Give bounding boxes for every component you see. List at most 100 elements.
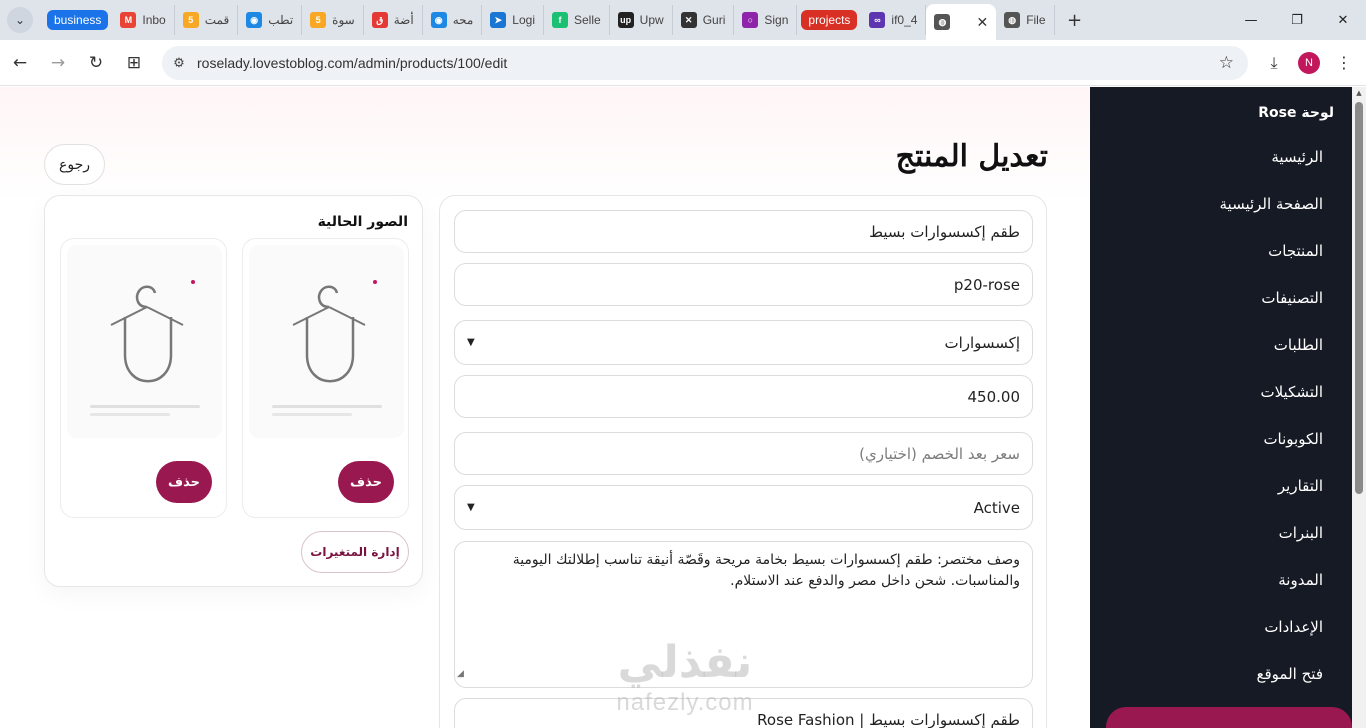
tab-label: Sign <box>764 13 789 27</box>
url-text[interactable]: roselady.lovestoblog.com/admin/products/… <box>197 55 507 71</box>
tab-group[interactable]: business <box>43 5 112 35</box>
sidebar-item[interactable]: المنتجات <box>1268 242 1323 260</box>
delete-image-button[interactable]: حذف <box>338 461 394 503</box>
sidebar-item[interactable]: فتح الموقع <box>1257 665 1323 683</box>
close-window-icon[interactable]: ✕ <box>1320 0 1366 40</box>
sidebar-item[interactable]: الرئيسية <box>1271 148 1323 166</box>
manage-variants-button[interactable]: إدارة المتغيرات <box>301 531 409 573</box>
sidebar-item[interactable]: المدونة <box>1278 571 1323 589</box>
close-tab-icon[interactable]: ✕ <box>976 14 988 31</box>
new-tab-icon[interactable]: + <box>1061 6 1089 34</box>
status-select[interactable]: Active ▼ <box>454 485 1033 530</box>
reading-mode-icon[interactable]: ⊞ <box>116 45 152 81</box>
image-card: حذف <box>242 238 409 518</box>
browser-tab[interactable]: f Selle <box>544 5 610 35</box>
browser-tab[interactable]: ق أضة <box>364 5 423 35</box>
browser-tab-bar: ⌄ business M Inbo 5 قمت ◉ تطب 5 سوة ق أضة ◉ محه ➤ Logi… <box>0 0 1366 40</box>
circle-icon: ◉ <box>246 12 263 28</box>
browser-tab[interactable]: ◉ تطب <box>238 5 303 35</box>
watermark-latin: nafezly.com <box>616 689 754 716</box>
category-select[interactable]: إكسسوارات ▼ <box>454 320 1033 365</box>
browser-tab[interactable]: ◉ محه <box>423 5 483 35</box>
window-controls: — ❐ ✕ <box>1228 0 1366 40</box>
five-icon: 5 <box>310 12 327 28</box>
site-info-icon[interactable]: ⚙ <box>165 49 193 77</box>
status-select-value: Active <box>973 498 1020 517</box>
globe-icon: ◍ <box>934 14 951 30</box>
tab-search-icon[interactable]: ⌄ <box>7 7 33 33</box>
ninja-icon: ✕ <box>680 12 697 28</box>
tab-label: قمت <box>204 13 230 27</box>
ring-icon: ○ <box>742 12 759 28</box>
current-images-panel: الصور الحالية حذف حذف إدارة المتغيرات <box>44 195 423 587</box>
five-icon: 5 <box>182 12 199 28</box>
tab-label: محه <box>452 13 474 27</box>
delete-image-button[interactable]: حذف <box>156 461 212 503</box>
watermark-arabic: نفذلي <box>617 637 753 688</box>
sidebar-item[interactable]: الطلبات <box>1274 336 1323 354</box>
browser-tab[interactable]: M Inbo <box>112 5 175 35</box>
circle-icon: ◉ <box>430 12 447 28</box>
browser-tab[interactable]: ○ Sign <box>734 5 798 35</box>
globe-icon: ◍ <box>1004 12 1021 28</box>
tab-strip: business M Inbo 5 قمت ◉ تطب 5 سوة ق أضة ◉ محه ➤ Logi f S… <box>43 0 1055 40</box>
sale-price-input[interactable]: سعر بعد الخصم (اختياري) <box>454 432 1033 475</box>
tab-group[interactable]: projects <box>797 5 861 35</box>
watermark: نفذلي nafezly.com <box>600 637 770 717</box>
sidebar-item[interactable]: التصنيفات <box>1261 289 1323 307</box>
sidebar-item[interactable]: الإعدادات <box>1264 618 1323 636</box>
tab-label: Upw <box>639 13 664 27</box>
category-select-value: إكسسوارات <box>944 333 1020 352</box>
tab-label: Guri <box>702 13 726 27</box>
product-name-input[interactable]: طقم إكسسوارات بسيط <box>454 210 1033 253</box>
sidebar-item[interactable]: الكوبونات <box>1263 430 1323 448</box>
back-arrow-icon[interactable]: ← <box>2 45 38 81</box>
browser-tab[interactable]: 5 قمت <box>175 5 239 35</box>
bookmark-star-icon[interactable]: ☆ <box>1219 53 1234 73</box>
menu-dots-icon[interactable]: ⋮ <box>1332 51 1356 75</box>
sidebar-item[interactable]: التقارير <box>1278 477 1323 495</box>
images-title: الصور الحالية <box>317 214 408 230</box>
chevron-down-icon: ▼ <box>467 502 475 513</box>
price-input[interactable]: 450.00 <box>454 375 1033 418</box>
tab-group-label: business <box>47 10 109 30</box>
forward-arrow-icon[interactable]: → <box>40 45 76 81</box>
browser-tab[interactable]: ◍ ✕ <box>926 4 997 40</box>
reload-icon[interactable]: ↻ <box>78 45 114 81</box>
profile-avatar[interactable]: N <box>1298 51 1320 74</box>
download-icon[interactable]: ⤓ <box>1262 51 1286 75</box>
hanger-icon <box>90 280 200 416</box>
browser-toolbar: ← → ↻ ⊞ ⚙ roselady.lovestoblog.com/admin… <box>0 40 1366 86</box>
scroll-up-icon[interactable]: ▲ <box>1355 89 1363 97</box>
minimize-icon[interactable]: — <box>1228 0 1274 40</box>
address-bar[interactable]: ⚙ roselady.lovestoblog.com/admin/product… <box>162 45 1248 80</box>
tab-label: Inbo <box>142 13 166 27</box>
browser-tab[interactable]: up Upw <box>610 5 673 35</box>
infinity-icon: ∞ <box>869 12 886 28</box>
page-scrollbar[interactable]: ▲ <box>1352 87 1366 728</box>
browser-tab[interactable]: ✕ Guri <box>673 5 735 35</box>
tab-label: Selle <box>573 13 601 27</box>
hanger-icon <box>272 280 382 416</box>
sidebar-item[interactable]: التشكيلات <box>1260 383 1323 401</box>
browser-tab[interactable]: ◍ File <box>996 5 1055 35</box>
tab-label: Logi <box>512 13 535 27</box>
scrollbar-thumb[interactable] <box>1355 102 1363 494</box>
fiverr-icon: f <box>551 12 568 28</box>
description-text: وصف مختصر: طقم إكسسوارات بسيط بخامة مريح… <box>512 552 1020 589</box>
browser-tab[interactable]: ∞ if0_4 <box>861 5 927 35</box>
back-button[interactable]: رجوع <box>44 144 105 185</box>
tab-label: File <box>1026 13 1046 27</box>
sidebar-bottom-button[interactable] <box>1106 707 1352 728</box>
plane-icon: ➤ <box>490 12 507 28</box>
tab-label: تطب <box>268 13 294 27</box>
maximize-icon[interactable]: ❐ <box>1274 0 1320 40</box>
browser-tab[interactable]: 5 سوة <box>302 5 364 35</box>
sidebar-item[interactable]: البنرات <box>1279 524 1323 542</box>
product-sku-input[interactable]: p20-rose <box>454 263 1033 306</box>
resize-handle-icon[interactable]: ◢ <box>457 664 464 685</box>
gmail-icon: M <box>120 12 137 28</box>
chevron-down-icon: ▼ <box>467 337 475 348</box>
sidebar-item[interactable]: الصفحة الرئيسية <box>1220 195 1324 213</box>
browser-tab[interactable]: ➤ Logi <box>482 5 544 35</box>
